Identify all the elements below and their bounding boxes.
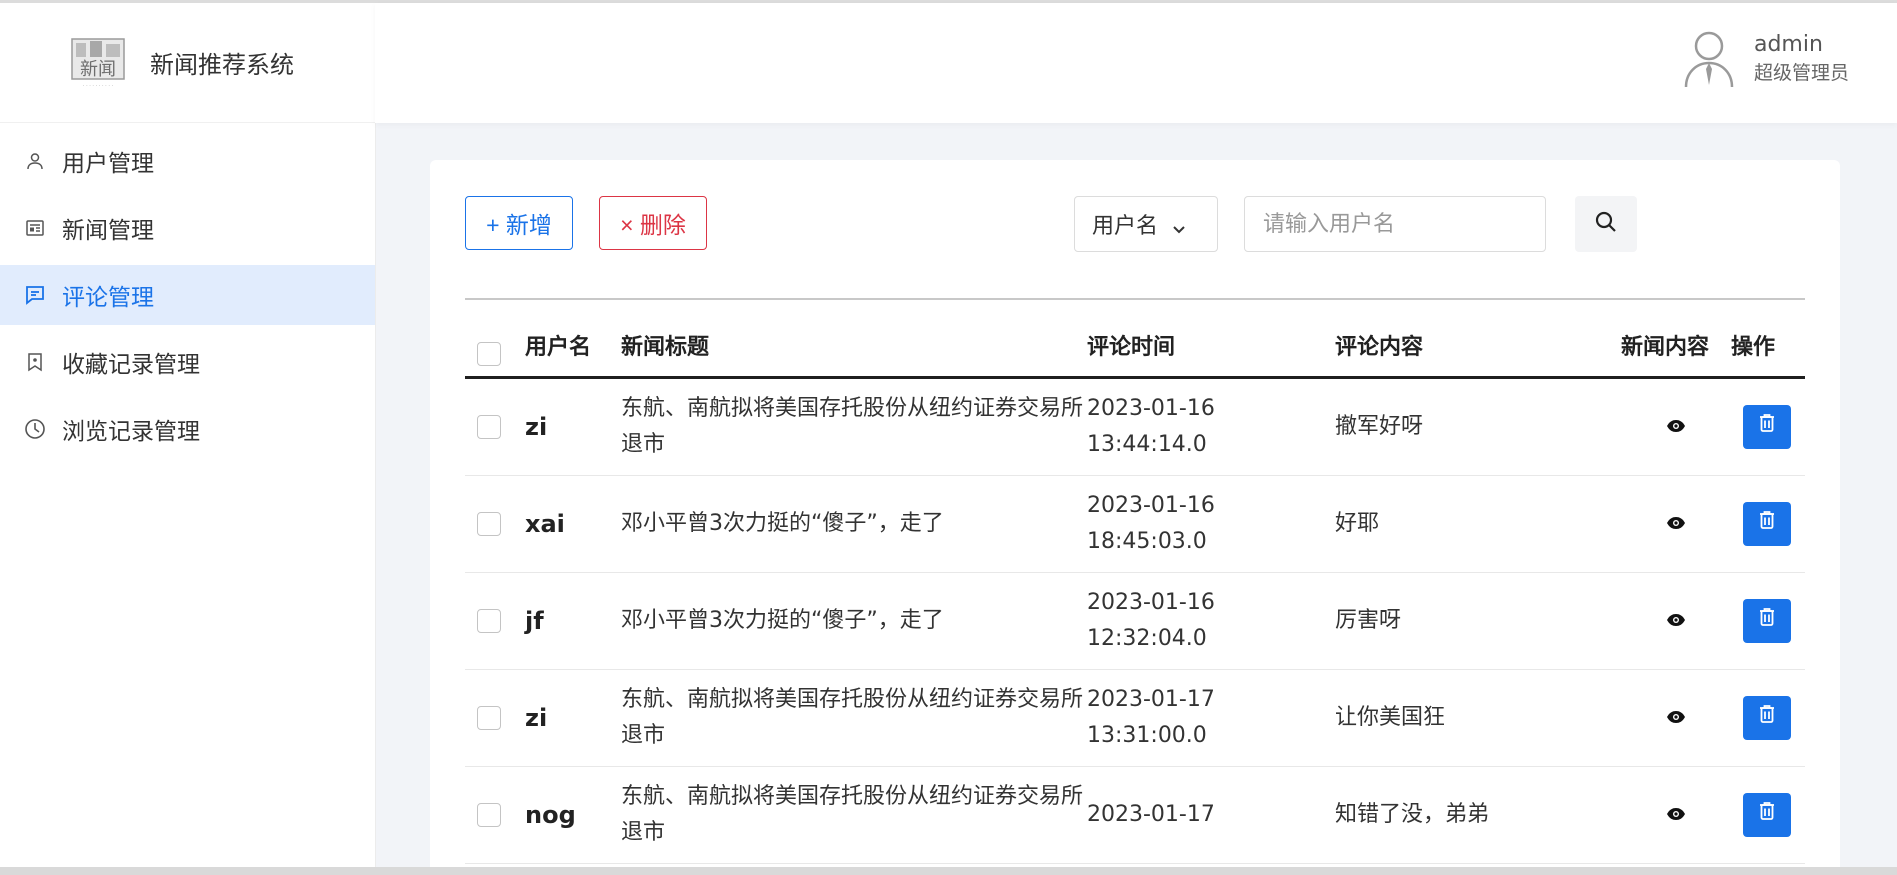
sidebar-item-label: 用户管理 [62, 151, 154, 177]
view-news-button[interactable] [1621, 409, 1731, 445]
cell-comment-content: 厉害呀 [1335, 608, 1402, 633]
view-news-button[interactable] [1621, 603, 1731, 639]
cell-comment-content: 知错了没，弟弟 [1335, 802, 1490, 827]
row-checkbox[interactable] [477, 706, 501, 730]
eye-icon [1666, 797, 1686, 833]
delete-row-button[interactable] [1743, 599, 1791, 643]
delete-row-button[interactable] [1743, 696, 1791, 740]
cell-news-title: 邓小平曾3次力挺的“傻子”，走了 [621, 511, 944, 536]
chevron-down-icon [1172, 217, 1186, 234]
user-name: admin [1753, 32, 1823, 57]
sidebar-item-label: 浏览记录管理 [62, 419, 200, 445]
row-checkbox[interactable] [477, 609, 501, 633]
select-all-cell [465, 330, 525, 378]
app-title: 新闻推荐系统 [150, 51, 294, 79]
eye-icon [1666, 700, 1686, 736]
toolbar-divider [465, 298, 1805, 300]
clock-icon [24, 418, 46, 440]
eye-icon [1666, 409, 1686, 445]
header-action: 操作 [1731, 335, 1776, 360]
trash-icon [1759, 797, 1775, 833]
cell-comment-content: 撤军好呀 [1335, 414, 1424, 439]
table-row: zi 东航、南航拟将美国存托股份从纽约证券交易所退市 2023-01-17 13… [465, 670, 1805, 767]
sidebar-item-favorites-management[interactable]: 收藏记录管理 [0, 332, 375, 392]
cell-comment-time: 2023-01-16 18:45:03.0 [1087, 493, 1215, 554]
top-header: admin 超级管理员 [375, 3, 1897, 123]
comments-table: 用户名 新闻标题 评论时间 评论内容 新闻内容 操作 zi 东航、南航拟将美国存… [465, 330, 1805, 864]
sidebar-menu: 用户管理 新闻管理 评论管理 收藏记录管理 浏览记录管理 [0, 123, 375, 459]
delete-row-button[interactable] [1743, 405, 1791, 449]
cell-news-title: 东航、南航拟将美国存托股份从纽约证券交易所退市 [621, 687, 1084, 748]
svg-text:新闻: 新闻 [80, 59, 116, 80]
row-checkbox[interactable] [477, 512, 501, 536]
trash-icon [1759, 409, 1775, 445]
header-news-content[interactable]: 新闻内容 [1621, 330, 1731, 378]
table-row: jf 邓小平曾3次力挺的“傻子”，走了 2023-01-16 12:32:04.… [465, 573, 1805, 670]
cell-comment-time: 2023-01-16 12:32:04.0 [1087, 590, 1215, 651]
view-news-button[interactable] [1621, 700, 1731, 736]
cell-news-title: 邓小平曾3次力挺的“傻子”，走了 [621, 608, 944, 633]
avatar-icon [1682, 29, 1736, 89]
comment-icon [24, 284, 46, 306]
sidebar-item-comment-management[interactable]: 评论管理 [0, 265, 375, 325]
table-row: nog 东航、南航拟将美国存托股份从纽约证券交易所退市 2023-01-17 知… [465, 767, 1805, 864]
filter-selected-value: 用户名 [1092, 214, 1159, 239]
cell-comment-time: 2023-01-17 13:31:00.0 [1087, 687, 1215, 748]
cell-comment-content: 让你美国狂 [1335, 705, 1446, 730]
cell-news-title: 东航、南航拟将美国存托股份从纽约证券交易所退市 [621, 396, 1084, 457]
newspaper-icon [24, 217, 46, 239]
cell-username: nog [525, 801, 576, 829]
header-comment-content[interactable]: 评论内容 [1335, 330, 1621, 378]
filter-field-select[interactable]: 用户名 [1074, 196, 1218, 252]
view-news-button[interactable] [1621, 797, 1731, 833]
header-username[interactable]: 用户名 [525, 330, 621, 378]
view-news-button[interactable] [1621, 506, 1731, 542]
row-checkbox[interactable] [477, 803, 501, 827]
user-profile[interactable]: admin 超级管理员 [1682, 29, 1849, 89]
sidebar-item-history-management[interactable]: 浏览记录管理 [0, 399, 375, 459]
trash-icon [1759, 603, 1775, 639]
search-icon [1594, 210, 1618, 238]
add-button[interactable]: + 新增 [465, 196, 573, 250]
cell-comment-content: 好耶 [1335, 511, 1380, 536]
cell-username: zi [525, 413, 548, 441]
sidebar-item-label: 评论管理 [62, 285, 154, 311]
sidebar-item-news-management[interactable]: 新闻管理 [0, 198, 375, 258]
toolbar: + 新增 × 删除 用户名 [465, 196, 1805, 254]
table-row: zi 东航、南航拟将美国存托股份从纽约证券交易所退市 2023-01-16 13… [465, 378, 1805, 476]
search-input[interactable] [1244, 196, 1546, 252]
select-all-checkbox[interactable] [477, 342, 501, 366]
cell-username: jf [525, 607, 544, 635]
news-logo-icon: 新闻 · · · · · · · · · · [70, 37, 126, 89]
cell-news-title: 东航、南航拟将美国存托股份从纽约证券交易所退市 [621, 784, 1084, 845]
search-button[interactable] [1575, 196, 1637, 252]
sidebar: 新闻 · · · · · · · · · · 新闻推荐系统 用户管理 新闻管理 … [0, 3, 376, 875]
sidebar-item-label: 新闻管理 [62, 218, 154, 244]
sidebar-item-user-management[interactable]: 用户管理 [0, 131, 375, 191]
delete-row-button[interactable] [1743, 502, 1791, 546]
table-row: xai 邓小平曾3次力挺的“傻子”，走了 2023-01-16 18:45:03… [465, 476, 1805, 573]
header-news-title[interactable]: 新闻标题 [621, 330, 1087, 378]
cell-username: xai [525, 510, 565, 538]
row-checkbox[interactable] [477, 415, 501, 439]
main-card: + 新增 × 删除 用户名 用户名 新闻标题 评论时间 评论内容 [430, 160, 1840, 875]
header-comment-time[interactable]: 评论时间 [1087, 330, 1335, 378]
delete-row-button[interactable] [1743, 793, 1791, 837]
svg-text:· · · · · · · · · ·: · · · · · · · · · · [83, 83, 114, 89]
cell-comment-time: 2023-01-16 13:44:14.0 [1087, 396, 1215, 457]
brand: 新闻 · · · · · · · · · · 新闻推荐系统 [0, 3, 375, 123]
bookmark-icon [24, 351, 46, 373]
cell-username: zi [525, 704, 548, 732]
trash-icon [1759, 506, 1775, 542]
sidebar-item-label: 收藏记录管理 [62, 352, 200, 378]
bottom-strip [0, 867, 1897, 875]
user-role: 超级管理员 [1753, 62, 1849, 84]
user-icon [24, 150, 46, 172]
cell-comment-time: 2023-01-17 [1087, 802, 1215, 827]
eye-icon [1666, 603, 1686, 639]
delete-button[interactable]: × 删除 [599, 196, 707, 250]
table-header-row: 用户名 新闻标题 评论时间 评论内容 新闻内容 操作 [465, 330, 1805, 378]
trash-icon [1759, 700, 1775, 736]
eye-icon [1666, 506, 1686, 542]
